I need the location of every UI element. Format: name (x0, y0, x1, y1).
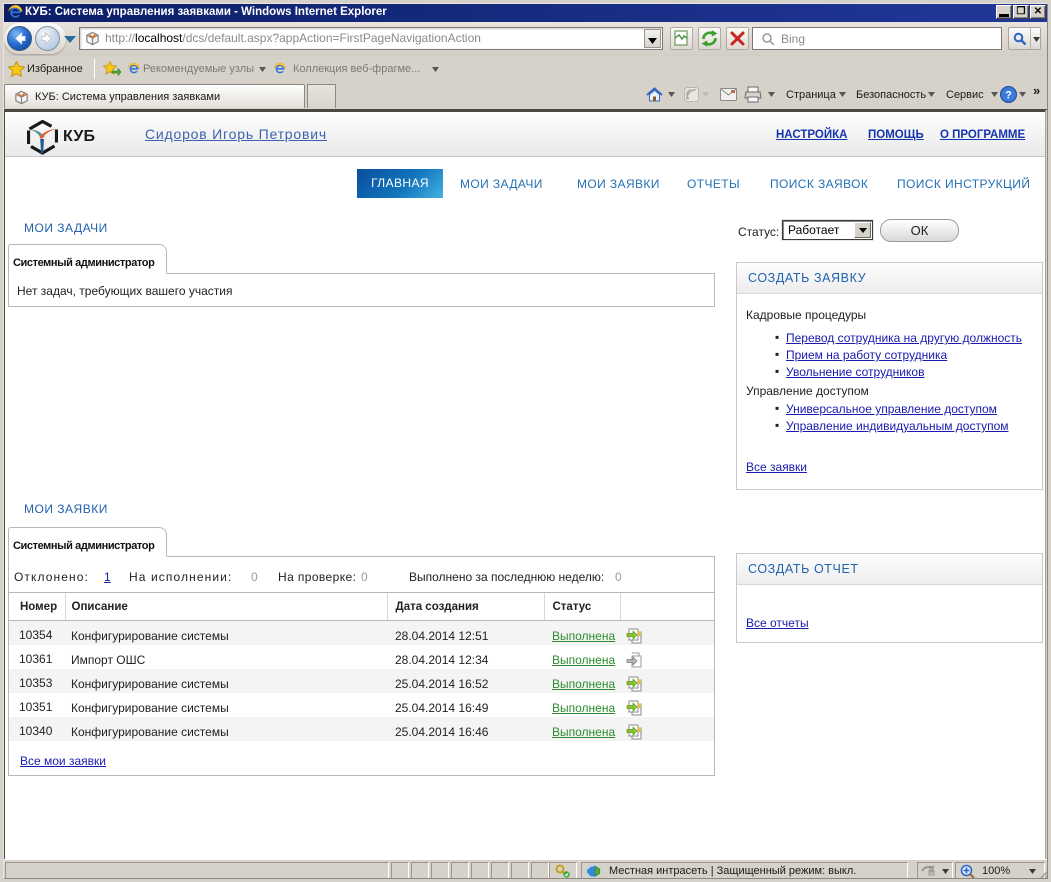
svg-text:?: ? (1005, 90, 1012, 102)
